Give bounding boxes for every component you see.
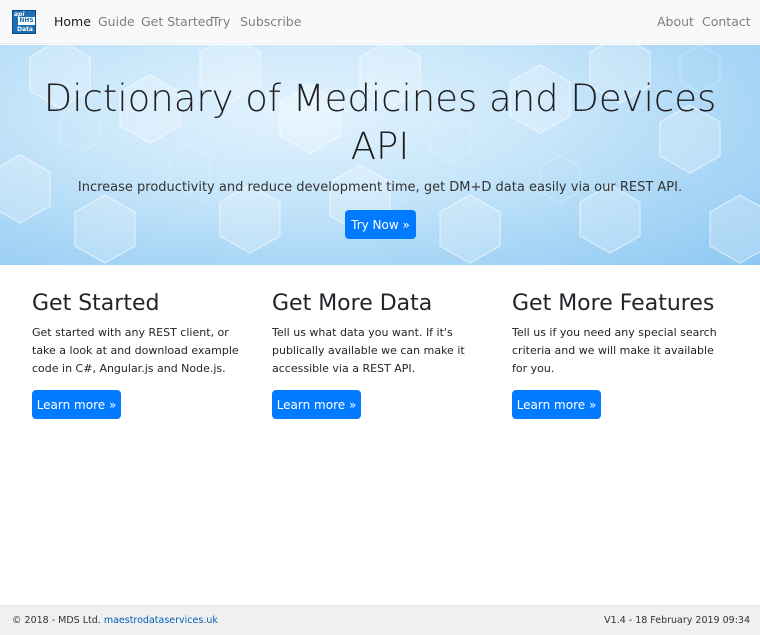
nav-subscribe-link[interactable]: Subscribe bbox=[240, 14, 301, 30]
get-more-features-heading: Get More Features bbox=[512, 291, 715, 316]
nav-about-link[interactable]: About bbox=[657, 14, 694, 30]
brand-logo[interactable]: api NHS Data bbox=[12, 10, 36, 34]
get-started-text: Get started with any REST client, or tak… bbox=[32, 326, 239, 375]
footer-copyright: © 2018 - MDS Ltd. maestrodataservices.uk bbox=[12, 606, 218, 635]
hero-lead-text: Increase productivity and reduce develop… bbox=[77, 180, 683, 195]
get-more-features-text: Tell us if you need any special search c… bbox=[512, 326, 717, 375]
version-info: V1.4 - 18 February 2019 09:34 bbox=[604, 615, 750, 626]
get-more-features-column: Get More Features Tell us if you need an… bbox=[512, 290, 732, 419]
get-started-heading: Get Started bbox=[32, 291, 160, 316]
get-more-data-text: Tell us what data you want. If it's publ… bbox=[272, 326, 465, 375]
get-started-column: Get Started Get started with any REST cl… bbox=[32, 290, 252, 419]
nav-guide-link[interactable]: Guide bbox=[98, 14, 135, 30]
get-more-data-learn-more-button[interactable]: Learn more » bbox=[272, 390, 361, 419]
page-title-line2: API bbox=[350, 125, 410, 168]
nav-get-started-link[interactable]: Get Started bbox=[141, 14, 213, 30]
nav-try-link[interactable]: Try bbox=[212, 14, 230, 30]
hero-jumbotron: Dictionary of Medicines and Devices API … bbox=[0, 45, 760, 265]
nav-contact-link[interactable]: Contact bbox=[702, 14, 751, 30]
get-more-features-learn-more-button[interactable]: Learn more » bbox=[512, 390, 601, 419]
brand-logo-data-text: Data bbox=[17, 26, 33, 33]
copyright-text: © 2018 - MDS Ltd. bbox=[12, 615, 101, 626]
get-more-data-heading: Get More Data bbox=[272, 291, 433, 316]
nav-home-link[interactable]: Home bbox=[54, 14, 91, 30]
try-now-button[interactable]: Try Now » bbox=[345, 210, 416, 239]
page-title: Dictionary of Medicines and Devices API bbox=[30, 75, 730, 171]
page-title-line1: Dictionary of Medicines and Devices bbox=[43, 77, 717, 120]
page-footer: © 2018 - MDS Ltd. maestrodataservices.uk… bbox=[0, 605, 760, 635]
top-navbar: api NHS Data Home Guide Get Started Try … bbox=[0, 0, 760, 44]
get-started-learn-more-button[interactable]: Learn more » bbox=[32, 390, 121, 419]
brand-logo-nhs-text: NHS bbox=[18, 17, 35, 25]
get-more-data-column: Get More Data Tell us what data you want… bbox=[272, 290, 492, 419]
footer-site-link[interactable]: maestrodataservices.uk bbox=[104, 615, 218, 626]
